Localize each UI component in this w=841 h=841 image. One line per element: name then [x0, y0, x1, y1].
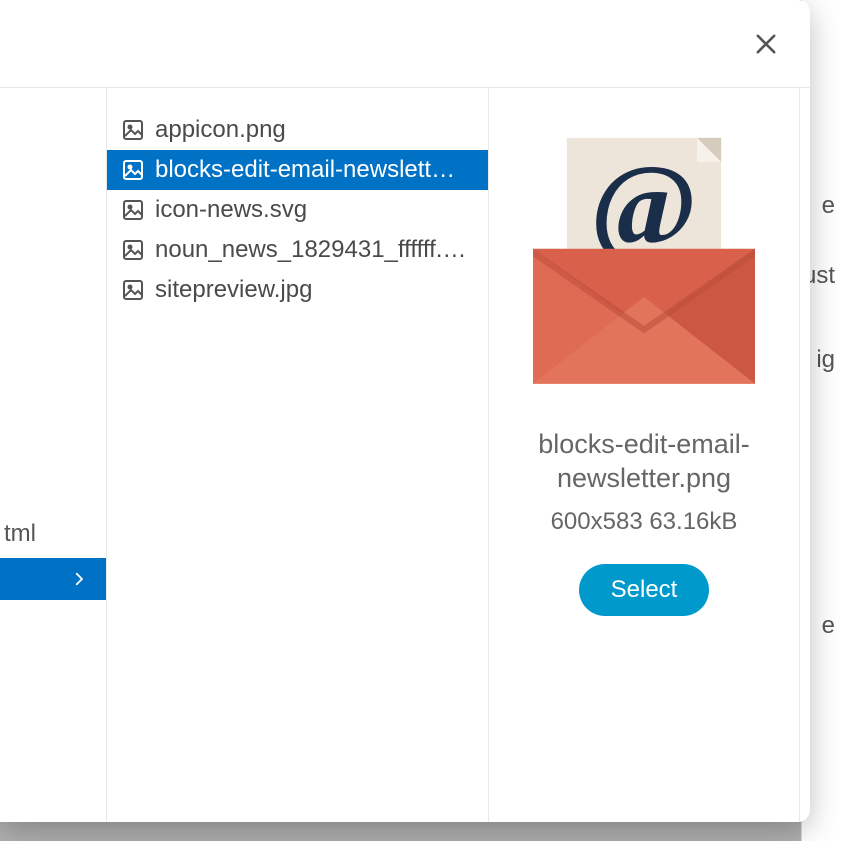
file-item-noun-news[interactable]: noun_news_1829431_ffffff.… [107, 230, 488, 270]
file-picker-modal: appicon.png blocks-edit-email-newslett… … [0, 0, 810, 822]
preview-panel: @ blocks-edit-email-newsletter.png 600x5… [489, 88, 800, 822]
file-item-sitepreview[interactable]: sitepreview.jpg [107, 270, 488, 310]
file-label: blocks-edit-email-newslett… [155, 156, 455, 184]
bg-fragment: ig [816, 346, 835, 374]
file-label: noun_news_1829431_ffffff.… [155, 236, 466, 264]
image-icon [121, 158, 145, 182]
modal-header [0, 0, 810, 88]
close-button[interactable] [750, 28, 782, 60]
preview-image: @ [509, 128, 779, 398]
file-label: sitepreview.jpg [155, 276, 312, 304]
bg-fragment: e [822, 192, 835, 220]
file-item-blocks-edit[interactable]: blocks-edit-email-newslett… [107, 150, 488, 190]
file-list: appicon.png blocks-edit-email-newslett… … [106, 88, 489, 822]
close-icon [752, 30, 780, 58]
chevron-right-icon [70, 570, 88, 588]
bg-left-selected-row[interactable] [0, 558, 106, 600]
image-icon [121, 278, 145, 302]
email-envelope-icon: @ [509, 133, 779, 393]
file-label: icon-news.svg [155, 196, 307, 224]
bg-fragment: e [822, 612, 835, 640]
bg-left-label: tml [0, 520, 106, 558]
file-item-appicon[interactable]: appicon.png [107, 110, 488, 150]
file-label: appicon.png [155, 116, 286, 144]
preview-filename: blocks-edit-email-newsletter.png [509, 428, 779, 496]
image-icon [121, 238, 145, 262]
image-icon [121, 118, 145, 142]
image-icon [121, 198, 145, 222]
preview-meta: 600x583 63.16kB [551, 508, 738, 536]
background-left-partial: tml [0, 520, 106, 600]
file-item-icon-news[interactable]: icon-news.svg [107, 190, 488, 230]
modal-body: appicon.png blocks-edit-email-newslett… … [0, 88, 810, 822]
select-button[interactable]: Select [579, 564, 710, 616]
